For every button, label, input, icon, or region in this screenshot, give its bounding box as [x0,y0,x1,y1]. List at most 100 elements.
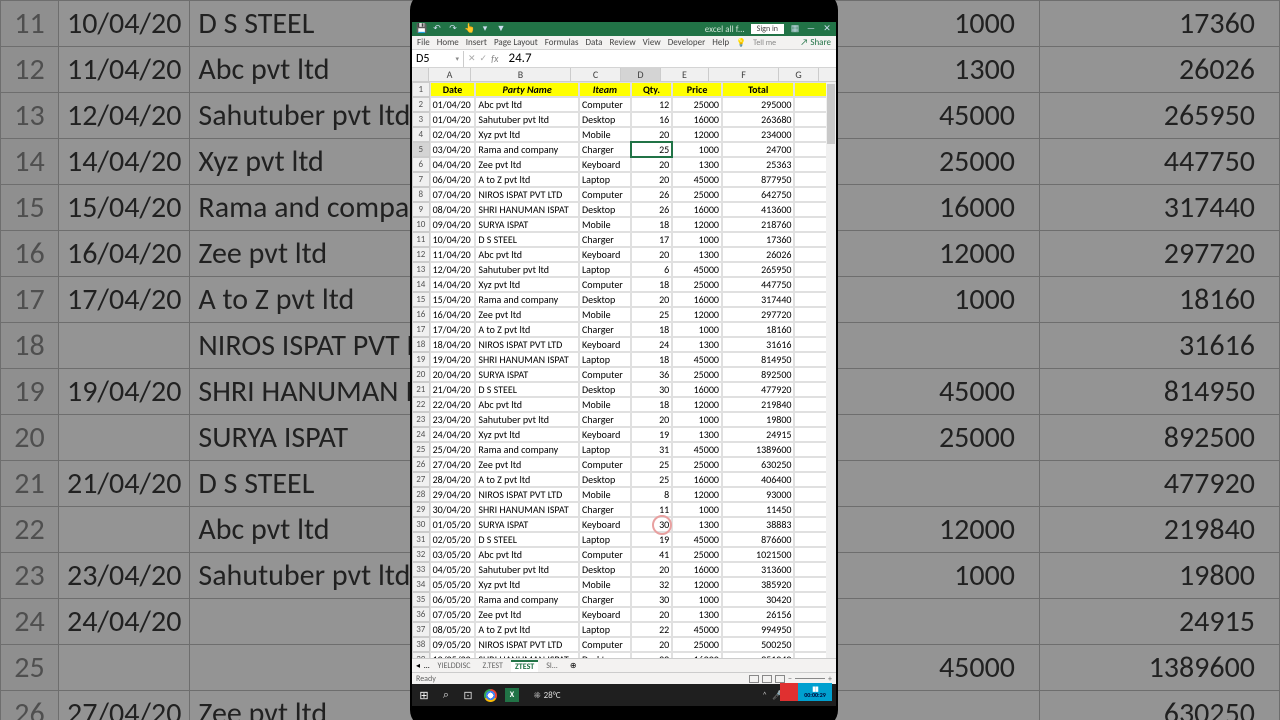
cell[interactable]: 38883 [722,517,795,532]
row-header-2[interactable]: 2 [412,97,430,112]
cell[interactable]: 406400 [722,472,795,487]
namebox-dropdown-icon[interactable]: ▾ [455,54,459,63]
cell[interactable]: Desktop [579,562,631,577]
row-header-15[interactable]: 15 [412,292,430,307]
cell[interactable]: A to Z pvt ltd [475,322,579,337]
row-header-19[interactable]: 19 [412,352,430,367]
cell[interactable]: Abc pvt ltd [475,397,579,412]
cell[interactable]: 24700 [722,142,795,157]
cell[interactable]: 30/04/20 [430,502,476,517]
cell[interactable]: Computer [579,547,631,562]
zoom-out-icon[interactable]: − [788,674,792,684]
cell[interactable]: Computer [579,97,631,112]
cell[interactable]: D S STEEL [475,382,579,397]
cell[interactable]: 20 [631,247,672,262]
cell[interactable]: 16000 [672,202,722,217]
cell[interactable]: 18160 [722,322,795,337]
start-icon[interactable]: ⊞ [416,687,432,703]
header-A[interactable]: Date [430,82,476,97]
cell[interactable]: 36 [631,367,672,382]
cell[interactable]: 994950 [722,622,795,637]
cell[interactable]: 30 [631,382,672,397]
ribbon-tab-help[interactable]: Help [712,37,729,48]
cell[interactable]: Computer [579,187,631,202]
minimize-icon[interactable]: — [806,24,816,34]
row-header-9[interactable]: 9 [412,202,430,217]
row-header-22[interactable]: 22 [412,397,430,412]
cell[interactable]: Zee pvt ltd [475,307,579,322]
cell[interactable]: 04/04/20 [430,157,476,172]
cell[interactable]: 16000 [672,292,722,307]
cell[interactable]: 892500 [722,367,795,382]
signin-button[interactable]: Sign in [751,24,784,34]
cell[interactable]: 1300 [672,337,722,352]
cell[interactable]: D S STEEL [475,232,579,247]
cell[interactable]: 07/04/20 [430,187,476,202]
cell[interactable]: 26 [631,187,672,202]
cell[interactable]: Abc pvt ltd [475,97,579,112]
redo-icon[interactable]: ↷ [448,24,458,34]
cell[interactable]: 1389600 [722,442,795,457]
cell[interactable]: 1300 [672,427,722,442]
row-header-11[interactable]: 11 [412,232,430,247]
cell[interactable]: Abc pvt ltd [475,547,579,562]
cell[interactable]: 10/05/20 [430,652,476,658]
cell[interactable]: 27/04/20 [430,457,476,472]
cell[interactable]: 11 [631,502,672,517]
view-break-icon[interactable] [775,675,785,683]
cell[interactable]: Charger [579,322,631,337]
cell[interactable]: 814950 [722,352,795,367]
cell[interactable]: 477920 [722,382,795,397]
new-sheet-icon[interactable]: ⊕ [570,661,577,671]
cell[interactable]: 630250 [722,457,795,472]
cell[interactable]: SURYA ISPAT [475,217,579,232]
zoom-in-icon[interactable]: + [828,674,832,684]
cell[interactable]: 25000 [672,547,722,562]
row-header-17[interactable]: 17 [412,322,430,337]
cell[interactable]: 1300 [672,517,722,532]
cell[interactable]: 15/04/20 [430,292,476,307]
cell[interactable]: 25 [631,142,672,157]
row-header-37[interactable]: 37 [412,622,430,637]
tray-chevron-icon[interactable]: ˄ [762,690,767,701]
cell[interactable]: NIROS ISPAT PVT LTD [475,637,579,652]
cell[interactable]: 25000 [672,97,722,112]
col-C[interactable]: C [571,68,621,81]
row-header-6[interactable]: 6 [412,157,430,172]
cell[interactable]: Mobile [579,307,631,322]
cell[interactable]: 1300 [672,247,722,262]
header-B[interactable]: Party Name [475,82,579,97]
cell[interactable]: SHRI HANUMAN ISPAT [475,352,579,367]
row-header-35[interactable]: 35 [412,592,430,607]
cell[interactable]: 317440 [722,292,795,307]
cell[interactable]: 08/04/20 [430,202,476,217]
row-header-31[interactable]: 31 [412,532,430,547]
cell[interactable]: 25000 [672,637,722,652]
cell[interactable]: 20 [631,637,672,652]
cell[interactable]: D S STEEL [475,532,579,547]
sheet-tab[interactable]: Z.TEST [479,661,507,671]
cell[interactable]: 28/04/20 [430,472,476,487]
row-header-34[interactable]: 34 [412,577,430,592]
row-header-23[interactable]: 23 [412,412,430,427]
ribbon-tab-formulas[interactable]: Formulas [545,37,579,48]
cell[interactable]: Charger [579,142,631,157]
cell[interactable]: 1000 [672,322,722,337]
cell[interactable]: Keyboard [579,427,631,442]
dropdown-icon[interactable]: ▾ [480,24,490,34]
ribbon-display-icon[interactable]: ▦ [790,24,800,34]
cell[interactable]: 25 [631,472,672,487]
row-header-36[interactable]: 36 [412,607,430,622]
ribbon-tab-data[interactable]: Data [585,37,602,48]
cell[interactable]: 19800 [722,412,795,427]
cell[interactable]: 45000 [672,532,722,547]
cell[interactable]: Sahutuber pvt ltd [475,412,579,427]
cell[interactable]: 1000 [672,592,722,607]
cell[interactable]: Charger [579,502,631,517]
cell[interactable]: 12000 [672,397,722,412]
cell[interactable]: Mobile [579,127,631,142]
col-D[interactable]: D [621,68,661,81]
close-icon[interactable]: ✕ [822,24,832,34]
cell[interactable]: 16000 [672,652,722,658]
cell[interactable]: 265950 [722,262,795,277]
